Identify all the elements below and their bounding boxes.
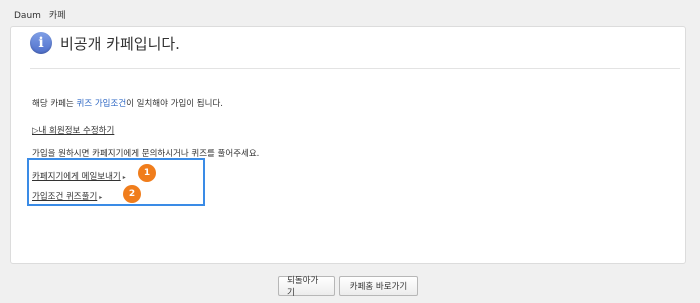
notice-card	[10, 26, 686, 264]
edit-member-info-link[interactable]: ▷내 회원정보 수정하기	[32, 126, 114, 136]
info-icon: i	[30, 32, 52, 54]
back-button[interactable]: 되돌아가기	[278, 276, 335, 298]
step-badge-2: 2	[123, 185, 141, 203]
cafe-link[interactable]: 카페	[49, 11, 66, 21]
notice-title: 비공개 카페입니다.	[60, 34, 180, 53]
top-breadcrumb: Daum 카페	[14, 8, 65, 21]
step-badge-1: 1	[138, 164, 156, 182]
quiz-condition-link[interactable]: 퀴즈 가입조건	[77, 99, 127, 109]
divider	[30, 68, 680, 69]
button-row: 되돌아가기 카페홈 바로가기	[278, 276, 418, 298]
daum-logo-text[interactable]: Daum	[14, 11, 41, 21]
join-condition-text: 해당 카페는 퀴즈 가입조건이 일치해야 가입이 됩니다.	[32, 99, 223, 109]
highlight-box	[27, 158, 205, 206]
cafe-home-button[interactable]: 카페홈 바로가기	[339, 276, 418, 296]
edit-info-row: ▷내 회원정보 수정하기	[32, 124, 114, 136]
notice-title-row: i 비공개 카페입니다.	[30, 32, 180, 54]
